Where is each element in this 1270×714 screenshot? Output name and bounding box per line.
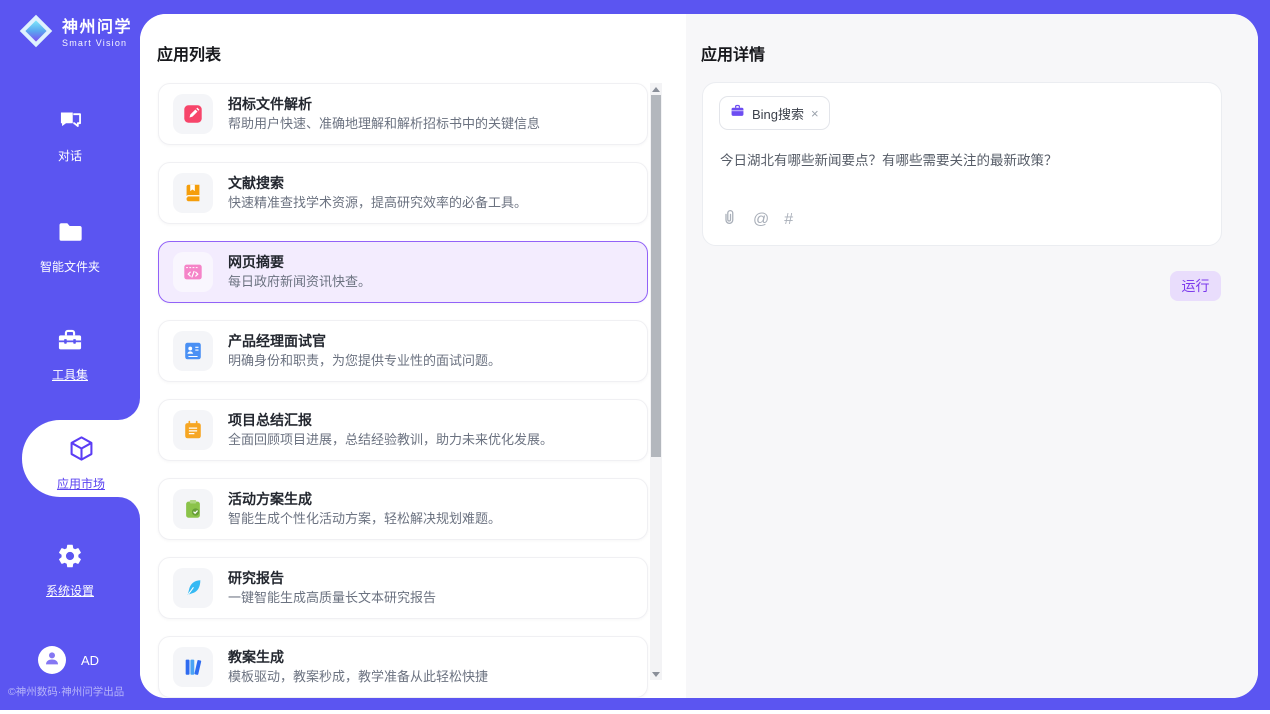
- app-name: 文献搜索: [228, 175, 527, 191]
- clipboard-check-icon: [173, 489, 213, 529]
- gear-icon: [56, 542, 84, 575]
- briefcase-icon: [730, 103, 745, 123]
- diamond-logo-icon: [16, 11, 56, 56]
- mention-icon[interactable]: @: [753, 212, 769, 228]
- app-list: 招标文件解析 帮助用户快速、准确地理解和解析招标书中的关键信息 文献搜索 快速精…: [158, 83, 648, 698]
- app-description: 快速精准查找学术资源，提高研究效率的必备工具。: [228, 196, 527, 211]
- sidebar: 神州问学 Smart Vision 对话 智能文件夹: [0, 0, 140, 710]
- user-initials: AD: [81, 653, 99, 668]
- books-icon: [173, 647, 213, 687]
- person-icon: [43, 649, 61, 672]
- sidebar-item-label: 工具集: [52, 366, 88, 383]
- tab-curve-top: [118, 398, 140, 420]
- sidebar-item-app-market[interactable]: 应用市场: [22, 420, 140, 497]
- sidebar-item-settings[interactable]: 系统设置: [0, 542, 140, 599]
- app-card-bid-parse[interactable]: 招标文件解析 帮助用户快速、准确地理解和解析招标书中的关键信息: [158, 83, 648, 145]
- app-list-title: 应用列表: [157, 41, 221, 65]
- app-card-project-summary[interactable]: 项目总结汇报 全面回顾项目进展，总结经验教训，助力未来优化发展。: [158, 399, 648, 461]
- edit-pen-icon: [173, 94, 213, 134]
- sidebar-item-toolset[interactable]: 工具集: [0, 326, 140, 383]
- sidebar-item-chat[interactable]: 对话: [0, 108, 140, 164]
- app-list-panel: 应用列表 招标文件解析 帮助用户快速、准确地理解和解析招标书中的关键信息: [140, 14, 686, 698]
- scrollbar-thumb[interactable]: [651, 95, 661, 457]
- content-panel: 应用列表 招标文件解析 帮助用户快速、准确地理解和解析招标书中的关键信息: [140, 14, 1258, 698]
- app-card-literature-search[interactable]: 文献搜索 快速精准查找学术资源，提高研究效率的必备工具。: [158, 162, 648, 224]
- app-detail-panel: 应用详情 Bing搜索 × 今日湖北有哪些新闻要点？有哪些需要关注的最新政策？: [686, 14, 1258, 698]
- app-name: 教案生成: [228, 649, 488, 665]
- app-list-scrollbar[interactable]: [650, 83, 662, 680]
- user-account[interactable]: AD: [38, 646, 99, 674]
- sidebar-item-smart-folder[interactable]: 智能文件夹: [0, 218, 140, 275]
- app-name: 产品经理面试官: [228, 333, 501, 349]
- app-card-web-summary[interactable]: 网页摘要 每日政府新闻资讯快查。: [158, 241, 648, 303]
- run-button[interactable]: 运行: [1170, 271, 1221, 301]
- cube-icon: [67, 434, 96, 468]
- app-name: 研究报告: [228, 570, 436, 586]
- close-icon[interactable]: ×: [811, 106, 819, 121]
- browser-code-icon: [173, 252, 213, 292]
- toolbox-icon: [56, 326, 84, 359]
- scroll-up-arrow[interactable]: [650, 83, 662, 95]
- app-card-pm-interviewer[interactable]: 产品经理面试官 明确身份和职责，为您提供专业性的面试问题。: [158, 320, 648, 382]
- app-name: 网页摘要: [228, 254, 371, 270]
- tool-tag-bing-search[interactable]: Bing搜索 ×: [719, 96, 830, 130]
- app-description: 帮助用户快速、准确地理解和解析招标书中的关键信息: [228, 117, 540, 132]
- page-bottom-strip: [0, 710, 1270, 714]
- paperclip-icon[interactable]: [720, 208, 738, 231]
- book-icon: [173, 173, 213, 213]
- query-text[interactable]: 今日湖北有哪些新闻要点？有哪些需要关注的最新政策？: [720, 152, 1200, 171]
- app-card-lesson-plan[interactable]: 教案生成 模板驱动，教案秒成，教学准备从此轻松快捷: [158, 636, 648, 698]
- app-description: 智能生成个性化活动方案，轻松解决规划难题。: [228, 512, 501, 527]
- app-name: 招标文件解析: [228, 96, 540, 112]
- app-description: 一键智能生成高质量长文本研究报告: [228, 591, 436, 606]
- tab-curve-bottom: [118, 497, 140, 519]
- tool-tag-label: Bing搜索: [752, 104, 804, 123]
- sidebar-footer-credit: ©神州数码·神州问学出品: [8, 684, 124, 699]
- avatar: [38, 646, 66, 674]
- app-description: 每日政府新闻资讯快查。: [228, 275, 371, 290]
- sidebar-item-label: 智能文件夹: [40, 258, 100, 275]
- prompt-card: Bing搜索 × 今日湖北有哪些新闻要点？有哪些需要关注的最新政策？ @ #: [702, 82, 1222, 246]
- sidebar-item-label: 应用市场: [57, 475, 105, 492]
- app-name: 项目总结汇报: [228, 412, 553, 428]
- sidebar-item-label: 系统设置: [46, 582, 94, 599]
- app-description: 明确身份和职责，为您提供专业性的面试问题。: [228, 354, 501, 369]
- sidebar-active-tab-background: 应用市场: [22, 420, 140, 497]
- quill-icon: [173, 568, 213, 608]
- brand-name: 神州问学: [62, 19, 132, 37]
- brand-subtitle: Smart Vision: [62, 38, 132, 48]
- sidebar-item-label: 对话: [58, 147, 82, 164]
- interviewer-icon: [173, 331, 213, 371]
- app-card-research-report[interactable]: 研究报告 一键智能生成高质量长文本研究报告: [158, 557, 648, 619]
- folder-icon: [56, 218, 84, 251]
- app-detail-title: 应用详情: [701, 41, 765, 65]
- hash-icon[interactable]: #: [784, 212, 793, 228]
- app-description: 全面回顾项目进展，总结经验教训，助力未来优化发展。: [228, 433, 553, 448]
- summary-note-icon: [173, 410, 213, 450]
- scroll-down-arrow[interactable]: [650, 668, 662, 680]
- composer-toolbar: @ #: [720, 208, 793, 231]
- brand-logo: 神州问学 Smart Vision: [16, 11, 132, 56]
- chat-icon: [57, 108, 84, 140]
- app-name: 活动方案生成: [228, 491, 501, 507]
- app-description: 模板驱动，教案秒成，教学准备从此轻松快捷: [228, 670, 488, 685]
- app-card-event-plan[interactable]: 活动方案生成 智能生成个性化活动方案，轻松解决规划难题。: [158, 478, 648, 540]
